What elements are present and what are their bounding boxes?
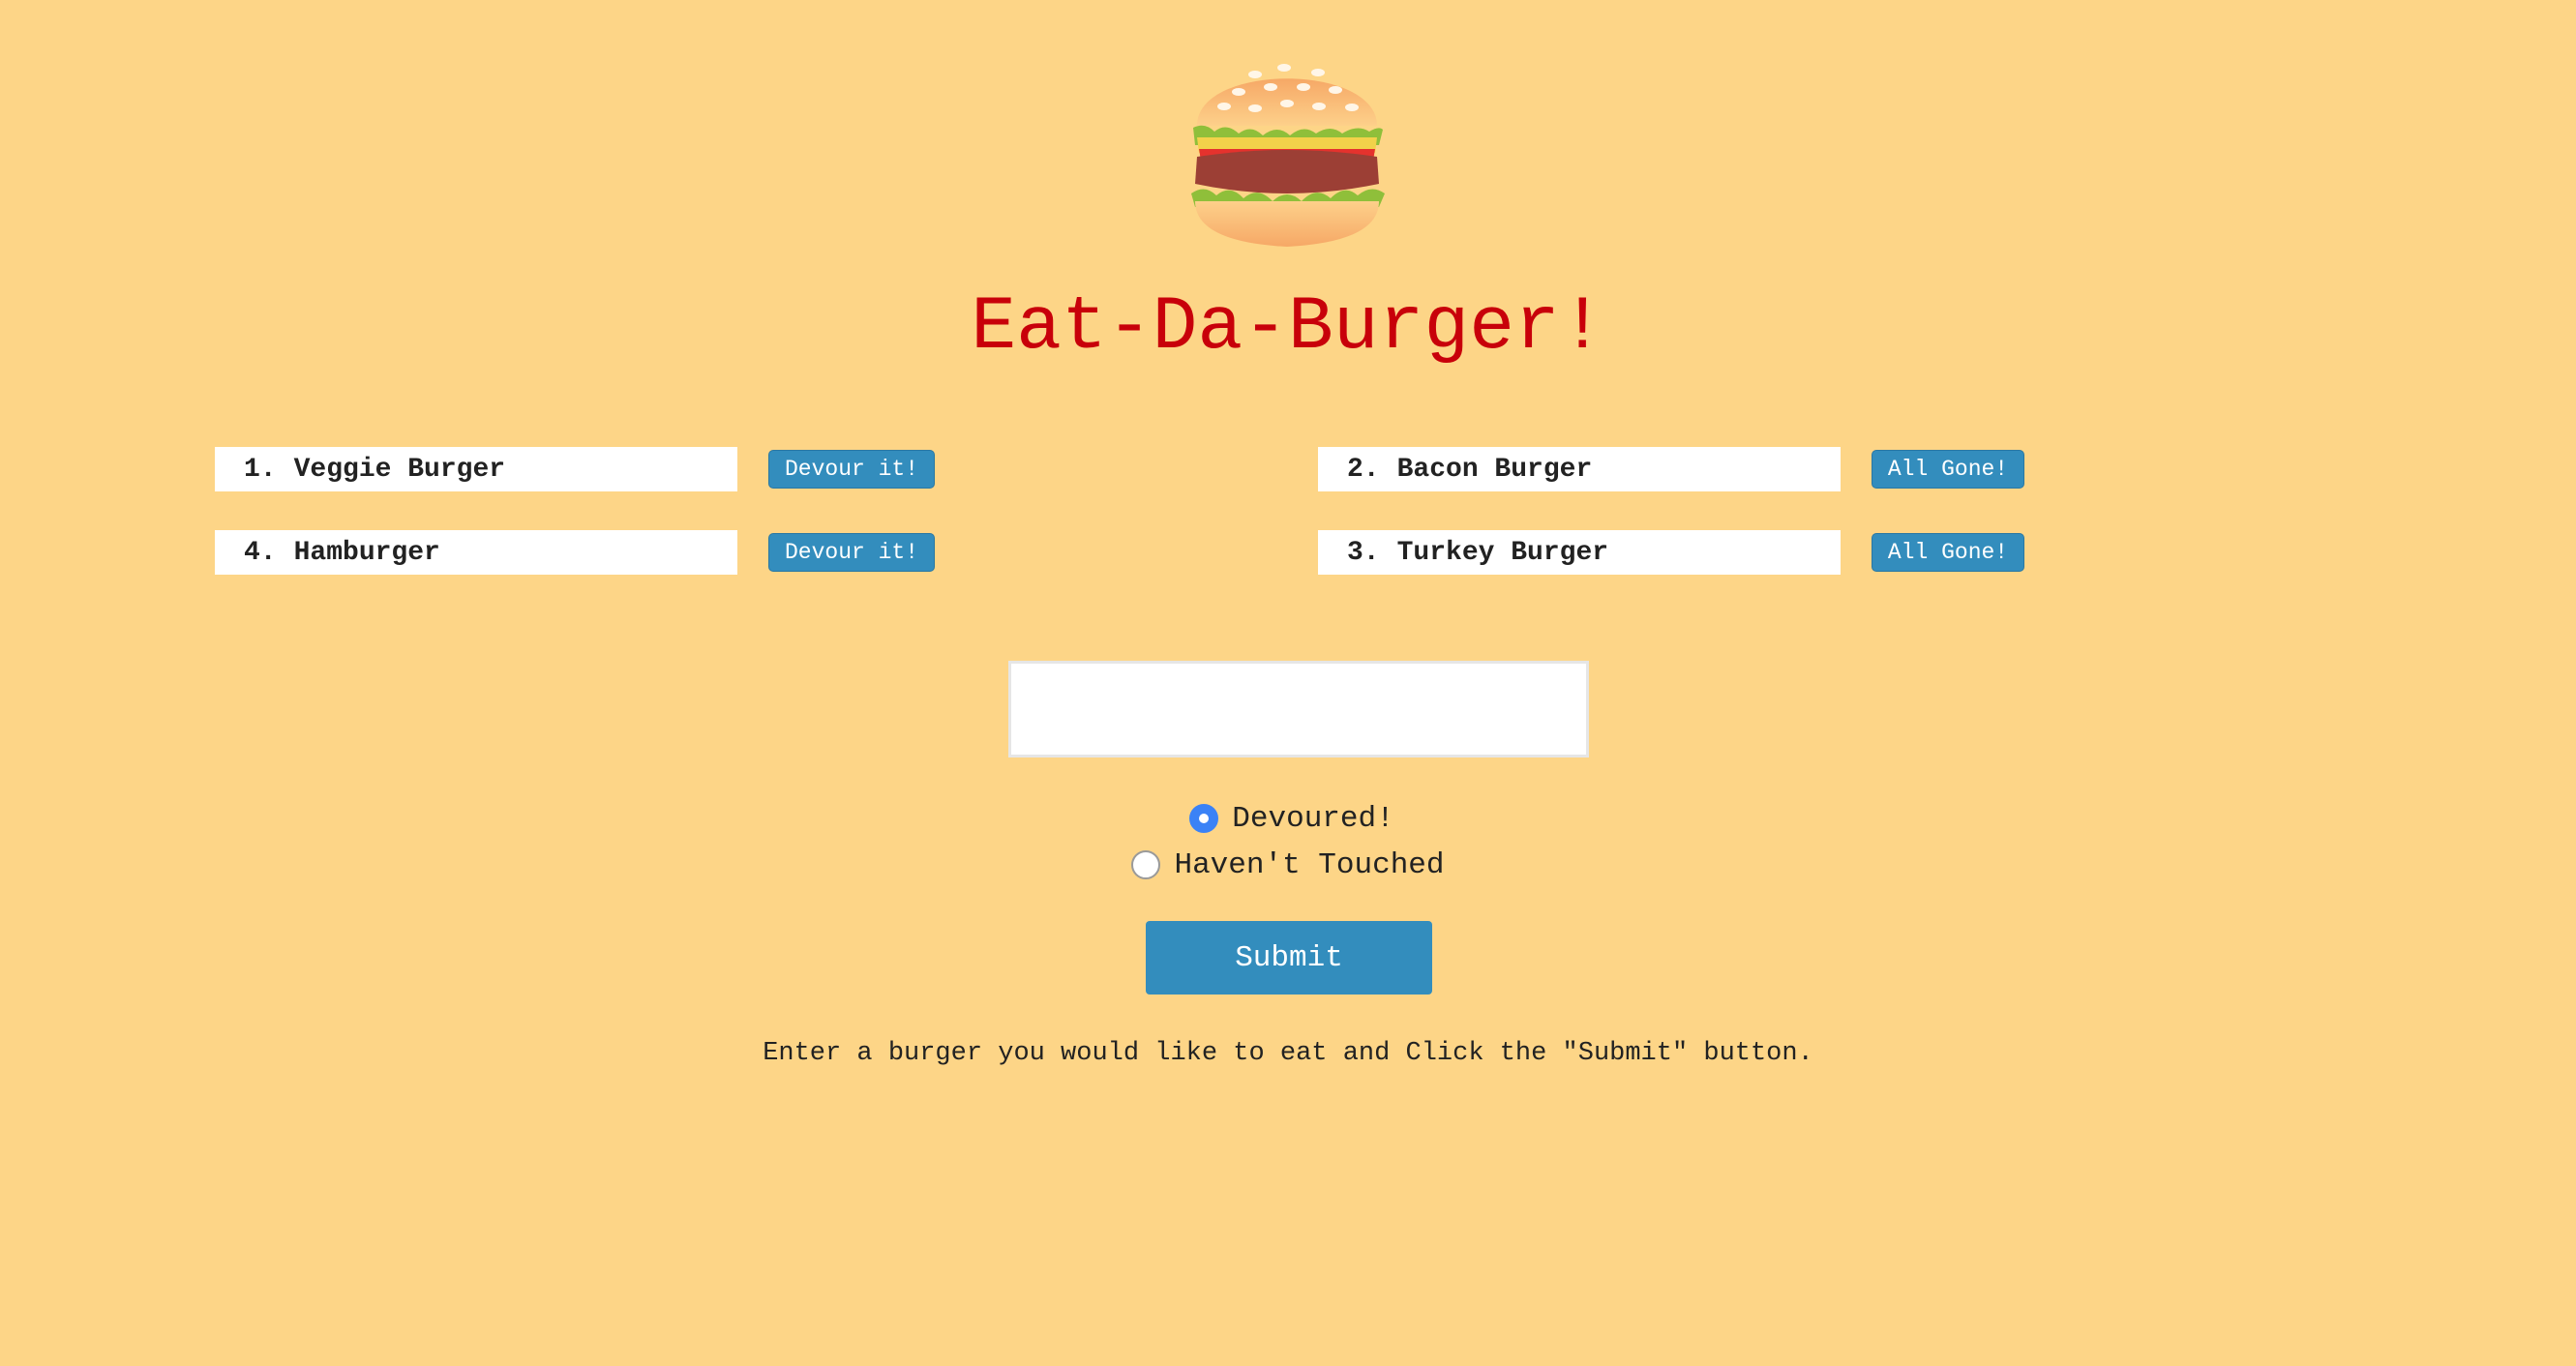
radio-label: Haven't Touched — [1174, 847, 1445, 882]
burger-number: 2. — [1347, 454, 1380, 485]
hamburger-icon — [1191, 64, 1385, 247]
burger-item: 3. Turkey Burger — [1318, 530, 1841, 575]
burger-name: Bacon Burger — [1396, 454, 1593, 485]
radio-button-unchecked[interactable] — [1131, 850, 1161, 879]
all-gone-button[interactable]: All Gone! — [1872, 533, 2024, 572]
submit-button[interactable]: Submit — [1146, 921, 1432, 995]
radio-option-havent-touched[interactable]: Haven't Touched — [0, 846, 2576, 884]
burger-name: Hamburger — [293, 537, 440, 568]
burger-item: 4. Hamburger — [215, 530, 737, 575]
page-title: Eat-Da-Burger! — [971, 285, 1605, 371]
devour-button[interactable]: Devour it! — [768, 450, 935, 489]
burger-number: 3. — [1347, 537, 1380, 568]
burger-item: 2. Bacon Burger — [1318, 447, 1841, 491]
burger-number: 4. — [244, 537, 277, 568]
radio-option-devoured[interactable]: Devoured! — [0, 799, 2576, 838]
burger-name: Veggie Burger — [293, 454, 506, 485]
devour-button[interactable]: Devour it! — [768, 533, 935, 572]
instructions-text: Enter a burger you would like to eat and… — [763, 1039, 1813, 1068]
burger-name: Turkey Burger — [1396, 537, 1609, 568]
all-gone-button[interactable]: All Gone! — [1872, 450, 2024, 489]
radio-button-checked[interactable] — [1189, 804, 1219, 833]
burger-name-input[interactable] — [1008, 661, 1589, 757]
burger-number: 1. — [244, 454, 277, 485]
burger-item: 1. Veggie Burger — [215, 447, 737, 491]
radio-label: Devoured! — [1232, 801, 1394, 836]
